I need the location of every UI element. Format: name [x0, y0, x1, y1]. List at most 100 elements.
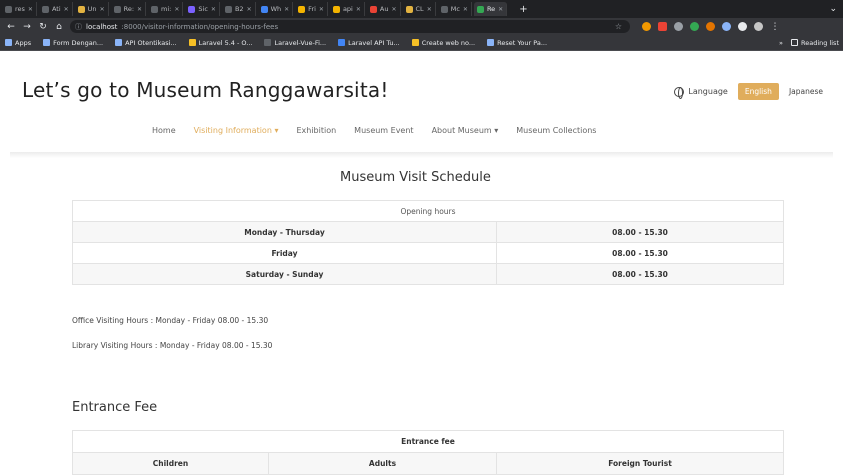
new-tab-button[interactable]: +	[519, 4, 527, 15]
browser-tab[interactable]: res ✕	[2, 2, 37, 16]
nav-home[interactable]: Home	[152, 126, 176, 135]
site-title[interactable]: Let’s go to Museum Ranggawarsita!	[22, 78, 389, 102]
close-icon[interactable]: ✕	[247, 6, 252, 13]
back-icon[interactable]: ←	[6, 22, 16, 32]
tab-favicon	[224, 5, 232, 13]
tab-favicon	[440, 5, 448, 13]
browser-tab[interactable]: Ati ✕	[39, 2, 73, 16]
bookmark-favicon	[264, 39, 272, 46]
browser-tab-strip: res ✕ Ati ✕ Un ✕ Re: ✕ mi: ✕ Sic ✕ B2 ✕ Wh ✕ Fri…	[0, 0, 843, 18]
bookmark-item[interactable]: Laravel-Vue-Fi...	[264, 39, 326, 47]
reading-list-button[interactable]: Reading list	[791, 39, 839, 47]
puzzle-icon[interactable]	[738, 22, 747, 31]
bookmark-label: Create web no...	[421, 38, 476, 47]
close-icon[interactable]: ✕	[174, 6, 179, 13]
home-icon[interactable]: ⌂	[54, 22, 64, 32]
tab-label: Au	[379, 5, 389, 13]
close-icon[interactable]: ✕	[427, 6, 432, 13]
tab-label: Ati	[51, 5, 61, 13]
nav-about-museum[interactable]: About Museum ▾	[432, 126, 499, 135]
language-dropdown[interactable]: Language	[674, 86, 728, 99]
browser-tab[interactable]: B2 ✕	[222, 2, 256, 16]
extension-icon[interactable]	[642, 22, 651, 31]
address-bar[interactable]: ⓘ localhost:8000/visitor-information/ope…	[70, 20, 630, 33]
forward-icon[interactable]: →	[22, 22, 32, 32]
schedule-title: Museum Visit Schedule	[340, 170, 491, 185]
schedule-hours: 08.00 - 15.30	[496, 263, 784, 285]
nav-divider	[10, 152, 833, 158]
more-bookmarks-icon[interactable]: »	[779, 39, 783, 47]
bookmark-item[interactable]: Apps	[5, 39, 31, 47]
tab-favicon	[298, 5, 306, 13]
browser-tab[interactable]: Wh ✕	[258, 2, 294, 16]
schedule-day: Monday - Thursday	[72, 221, 497, 243]
close-icon[interactable]: ✕	[28, 6, 33, 13]
close-icon[interactable]: ✕	[284, 6, 289, 13]
tab-label: mi:	[161, 5, 172, 13]
close-icon[interactable]: ✕	[100, 6, 105, 13]
bookmark-favicon	[43, 39, 51, 46]
extension-icon[interactable]	[674, 22, 683, 31]
entrance-fee-title: Entrance Fee	[72, 400, 158, 415]
close-icon[interactable]: ✕	[498, 6, 503, 13]
profile-avatar[interactable]	[754, 22, 763, 31]
apps-icon	[5, 39, 12, 46]
nav-exhibition[interactable]: Exhibition	[296, 126, 336, 135]
bookmark-item[interactable]: Reset Your Pa...	[487, 39, 547, 47]
nav-museum-collections[interactable]: Museum Collections	[516, 126, 596, 135]
close-icon[interactable]: ✕	[137, 6, 142, 13]
browser-toolbar: ← → ↻ ⌂ ⓘ localhost:8000/visitor-informa…	[0, 18, 843, 35]
bookmark-star-icon[interactable]: ☆	[615, 22, 622, 31]
japanese-button[interactable]: Japanese	[789, 87, 823, 96]
extension-icon[interactable]	[690, 22, 699, 31]
bookmark-label: Laravel API Tu...	[348, 38, 400, 47]
tab-favicon	[476, 5, 484, 13]
extension-icon[interactable]	[706, 22, 715, 31]
menu-kebab-icon[interactable]: ⋮	[770, 22, 780, 32]
bookmark-item[interactable]: Form Dengan...	[43, 39, 103, 47]
tab-label: api	[342, 5, 353, 13]
browser-tab[interactable]: Sic ✕	[185, 2, 220, 16]
tab-search-icon[interactable]: ⌄	[829, 4, 837, 14]
nav-museum-event[interactable]: Museum Event	[354, 126, 413, 135]
entrance-fee-table: Entrance fee Children Adults Foreign Tou…	[72, 430, 784, 475]
schedule-caption: Opening hours	[72, 200, 784, 222]
close-icon[interactable]: ✕	[64, 6, 69, 13]
extension-icon[interactable]	[658, 22, 667, 31]
browser-tab[interactable]: mi: ✕	[148, 2, 184, 16]
tab-label: Un	[87, 5, 97, 13]
browser-tab[interactable]: Au ✕	[367, 2, 401, 16]
english-button[interactable]: English	[737, 83, 779, 100]
fee-column-header: Adults	[268, 452, 497, 475]
tab-favicon	[113, 5, 121, 13]
nav-visiting-information[interactable]: Visiting Information ▾	[194, 126, 279, 135]
bookmark-favicon	[188, 39, 196, 46]
browser-tab[interactable]: Un ✕	[75, 2, 109, 16]
browser-tab-active[interactable]: Re ✕	[473, 2, 508, 16]
tab-label: Sic	[198, 5, 208, 13]
close-icon[interactable]: ✕	[463, 6, 468, 13]
close-icon[interactable]: ✕	[319, 6, 324, 13]
bookmark-item[interactable]: API Otentikasi...	[115, 39, 177, 47]
tab-favicon	[77, 5, 85, 13]
tab-label: res	[15, 5, 25, 13]
bookmark-item[interactable]: Laravel API Tu...	[338, 39, 400, 47]
bookmark-item[interactable]: Create web no...	[411, 38, 476, 47]
schedule-day: Saturday - Sunday	[72, 263, 497, 285]
language-switcher: Language English Japanese	[674, 83, 823, 100]
browser-tab[interactable]: Mc ✕	[438, 2, 472, 16]
reload-icon[interactable]: ↻	[38, 22, 48, 32]
close-icon[interactable]: ✕	[211, 6, 216, 13]
tab-label: Re:	[123, 5, 135, 13]
extension-icon[interactable]	[722, 22, 731, 31]
browser-tab[interactable]: api ✕	[330, 2, 365, 16]
globe-icon	[674, 86, 685, 99]
bookmark-item[interactable]: Laravel 5.4 - O...	[188, 39, 252, 47]
browser-tab[interactable]: Fri ✕	[295, 2, 328, 16]
browser-tab[interactable]: Re: ✕	[111, 2, 147, 16]
close-icon[interactable]: ✕	[391, 6, 396, 13]
browser-tab[interactable]: CL ✕	[403, 2, 436, 16]
info-icon[interactable]: ⓘ	[75, 22, 82, 32]
bookmark-label: Laravel-Vue-Fi...	[274, 38, 327, 47]
close-icon[interactable]: ✕	[356, 6, 361, 13]
